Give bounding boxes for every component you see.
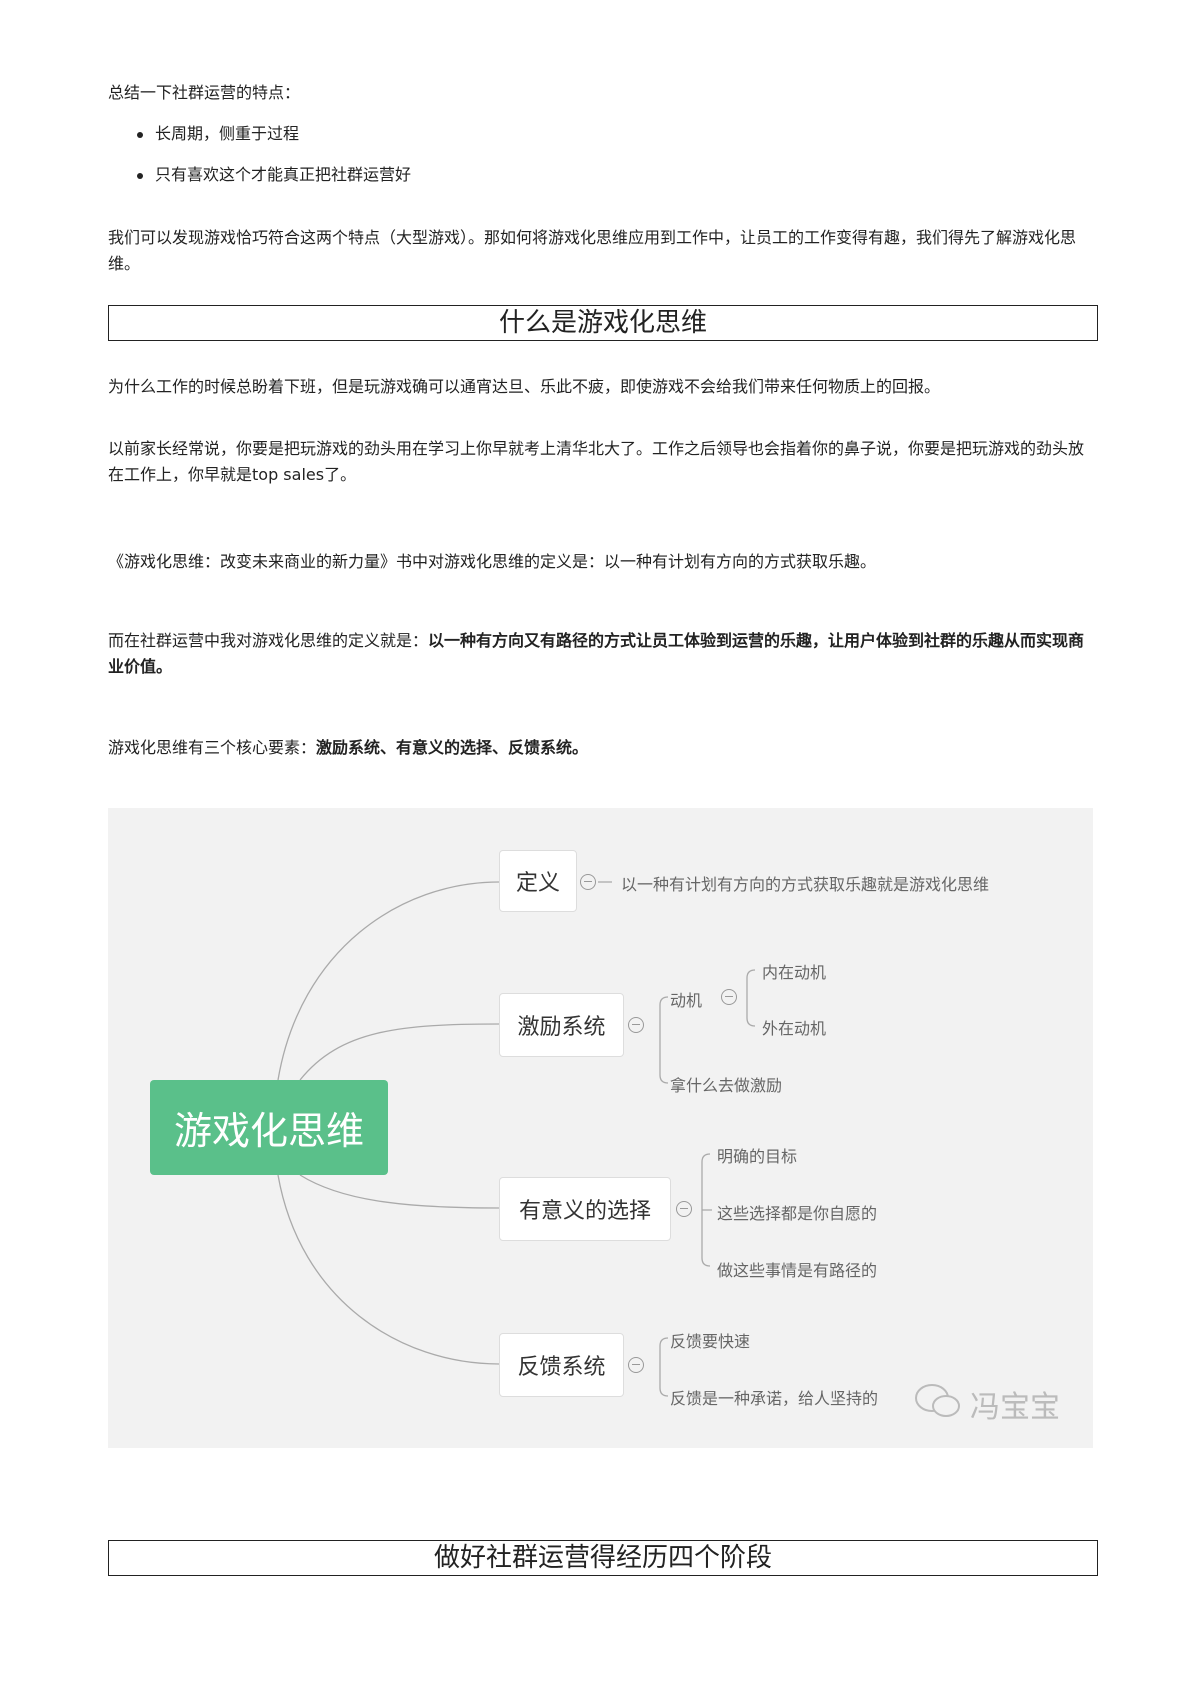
mindmap-connectors: [277, 881, 756, 1397]
leaf-choice: 这些选择都是你自愿的: [717, 1204, 878, 1223]
node-definition: 定义: [499, 850, 577, 912]
collapse-icon[interactable]: [580, 874, 596, 890]
leaf-choice: 做这些事情是有路径的: [717, 1261, 878, 1280]
leaf-inner-motive: 内在动机: [762, 963, 827, 982]
leaf-outer-motive: 外在动机: [762, 1019, 827, 1038]
collapse-icon[interactable]: [628, 1357, 644, 1373]
section-heading: 做好社群运营得经历四个阶段: [108, 1540, 1098, 1576]
node-choice: 有意义的选择: [499, 1177, 671, 1241]
leaf-choice: 明确的目标: [717, 1147, 798, 1166]
leaf-feedback: 反馈是一种承诺，给人坚持的: [670, 1389, 879, 1408]
mindmap-central-node: 游戏化思维: [150, 1080, 388, 1175]
leaf-definition: 以一种有计划有方向的方式获取乐趣就是游戏化思维: [621, 875, 990, 894]
collapse-icon[interactable]: [676, 1201, 692, 1217]
collapse-icon[interactable]: [628, 1017, 644, 1033]
node-feedback: 反馈系统: [499, 1333, 624, 1397]
wechat-icon: [915, 1384, 960, 1417]
leaf-motive: 动机: [670, 991, 703, 1010]
node-incentive: 激励系统: [499, 993, 624, 1057]
watermark: 冯宝宝: [970, 1390, 1060, 1425]
leaf-feedback: 反馈要快速: [670, 1332, 751, 1351]
leaf-what-incentive: 拿什么去做激励: [670, 1076, 783, 1095]
collapse-icon[interactable]: [721, 989, 737, 1005]
